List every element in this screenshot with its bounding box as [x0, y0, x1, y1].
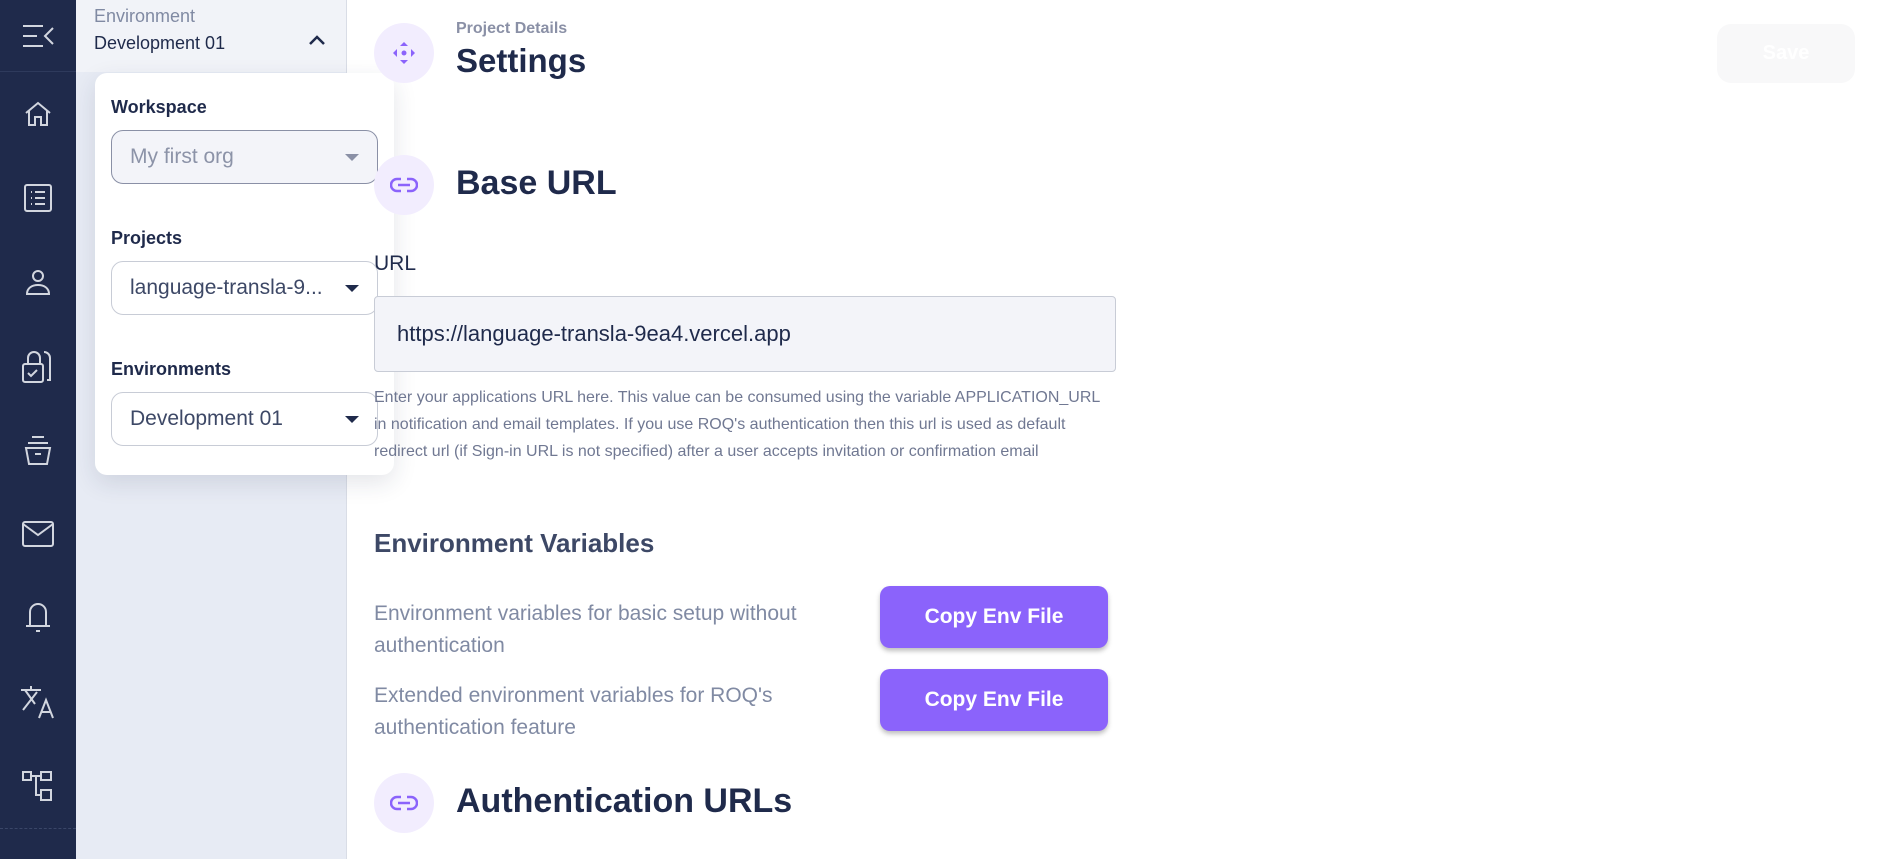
workspace-value: My first org — [130, 145, 234, 168]
mail-icon — [22, 521, 54, 547]
auth-urls-badge — [374, 773, 434, 833]
environments-value: Development 01 — [130, 407, 283, 430]
bell-icon — [26, 602, 50, 632]
copy-extended-env-button[interactable]: Copy Env File — [880, 669, 1108, 731]
link-icon — [390, 177, 418, 193]
list-icon — [24, 184, 52, 212]
home-icon — [25, 101, 51, 126]
environments-select[interactable]: Development 01 — [111, 392, 378, 446]
save-button[interactable]: Save — [1717, 24, 1855, 83]
translate-icon — [21, 686, 54, 719]
nav-translations[interactable] — [0, 660, 76, 744]
nav-notifications[interactable] — [0, 576, 76, 660]
page-title: Settings — [456, 42, 587, 79]
environment-switcher[interactable]: Environment Development 01 — [76, 0, 346, 72]
nav-mail[interactable] — [0, 492, 76, 576]
rail-divider — [0, 828, 76, 829]
base-url-input[interactable]: https://language-transla-9ea4.vercel.app — [374, 296, 1116, 372]
workspace-label: Workspace — [111, 97, 207, 117]
base-url-help: Enter your applications URL here. This v… — [374, 389, 1100, 460]
move-icon — [393, 42, 415, 64]
chevron-up-icon[interactable] — [308, 34, 326, 46]
nav-permissions[interactable] — [0, 324, 76, 408]
base-url-title: Base URL — [456, 164, 617, 202]
breadcrumb: Project Details — [456, 20, 568, 37]
nav-users[interactable] — [0, 240, 76, 324]
menu-collapse-icon — [23, 24, 54, 47]
archive-icon — [24, 436, 52, 465]
nav-files[interactable] — [0, 408, 76, 492]
lock-check-icon — [22, 351, 51, 383]
environment-value: Development 01 — [94, 33, 226, 53]
projects-value: language-transla-9... — [130, 276, 323, 299]
url-label: URL — [374, 252, 417, 275]
nav-home[interactable] — [0, 72, 76, 156]
user-icon — [25, 270, 51, 295]
nav-rail — [0, 0, 76, 859]
main-content: Project Details Settings Save Base URL U… — [348, 0, 1877, 859]
copy-basic-env-button[interactable]: Copy Env File — [880, 586, 1108, 648]
collapse-menu-button[interactable] — [0, 0, 76, 72]
projects-select[interactable]: language-transla-9... — [111, 261, 378, 315]
nav-list[interactable] — [0, 156, 76, 240]
auth-urls-title: Authentication URLs — [456, 782, 793, 820]
base-url-badge — [374, 155, 434, 215]
env-vars-title: Environment Variables — [374, 528, 655, 558]
projects-label: Projects — [111, 228, 183, 248]
environment-label: Environment — [94, 6, 196, 26]
link-icon — [390, 795, 418, 811]
hierarchy-icon — [22, 771, 52, 801]
workspace-select[interactable]: My first org — [111, 130, 378, 184]
env-vars-basic-desc: Environment variables for basic setup wi… — [374, 602, 797, 657]
settings-badge — [374, 23, 434, 83]
nav-hierarchy[interactable] — [0, 744, 76, 828]
env-vars-extended-desc: Extended environment variables for ROQ's… — [374, 684, 773, 739]
environments-label: Environments — [111, 359, 232, 379]
